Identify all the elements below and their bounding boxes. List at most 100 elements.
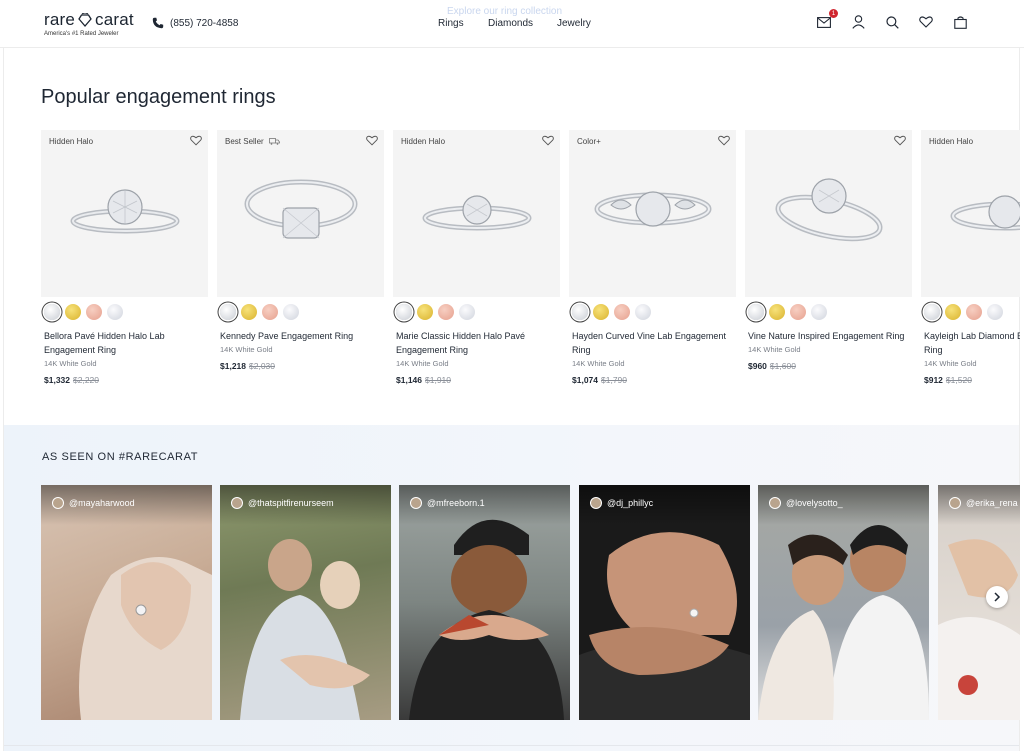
social-post[interactable]: @mayaharwood [41,485,212,720]
ring-card[interactable]: Hidden Halo Kayleigh Lab Diamond Engagem… [921,130,1020,385]
swatch-rose-gold[interactable] [86,304,102,320]
swatch-platinum[interactable] [107,304,123,320]
nav-jewelry[interactable]: Jewelry [557,18,591,29]
swatch-white-gold[interactable] [44,304,60,320]
post-handle-text: @erika_rena [966,498,1018,508]
user-icon [851,15,865,29]
post-handle[interactable]: @thatspitfirenurseem [231,497,334,509]
heart-icon[interactable] [190,135,202,146]
metal-swatches [44,304,208,320]
swatch-platinum[interactable] [459,304,475,320]
ring-name[interactable]: Bellora Pavé Hidden Halo Lab Engagement … [44,329,208,357]
ring-name[interactable]: Hayden Curved Vine Lab Engagement Ring [572,329,736,357]
swatch-rose-gold[interactable] [790,304,806,320]
truck-icon [269,138,280,146]
chevron-right-icon [994,592,1001,602]
phone-link[interactable]: (855) 720-4858 [152,17,238,29]
ring-card[interactable]: Best Seller Kennedy Pave Engagement Ring… [217,130,384,371]
post-handle[interactable]: @lovelysotto_ [769,497,843,509]
heart-icon[interactable] [718,135,730,146]
heart-icon[interactable] [894,135,906,146]
ring-image[interactable]: Hidden Halo [393,130,560,297]
post-handle-text: @mayaharwood [69,498,135,508]
social-post[interactable]: @lovelysotto_ [758,485,929,720]
post-handle[interactable]: @dj_phillyc [590,497,653,509]
swatch-yellow-gold[interactable] [65,304,81,320]
ring-metal: 14K White Gold [44,359,97,368]
swatch-white-gold[interactable] [572,304,588,320]
metal-swatches [396,304,560,320]
social-post[interactable]: @dj_phillyc [579,485,750,720]
swatch-yellow-gold[interactable] [593,304,609,320]
search-button[interactable] [884,14,900,30]
notification-badge: 1 [829,9,838,18]
avatar [769,497,781,509]
swatch-white-gold[interactable] [924,304,940,320]
post-handle-text: @thatspitfirenurseem [248,498,334,508]
metal-swatches [220,304,384,320]
promo-text[interactable]: Explore our ring collection [447,6,562,17]
ring-name[interactable]: Vine Nature Inspired Engagement Ring [748,329,912,343]
swatch-rose-gold[interactable] [438,304,454,320]
ring-old-price: $1,520 [945,375,972,385]
swatch-yellow-gold[interactable] [769,304,785,320]
post-handle[interactable]: @mfreeborn.1 [410,497,485,509]
social-post[interactable]: @erika_rena [938,485,1020,720]
ring-image[interactable]: Color+ [569,130,736,297]
swatch-yellow-gold[interactable] [945,304,961,320]
wishlist-button[interactable] [918,14,934,30]
ring-name[interactable]: Marie Classic Hidden Halo Pavé Engagemen… [396,329,560,357]
swatch-white-gold[interactable] [396,304,412,320]
ring-image[interactable]: Hidden Halo [921,130,1020,297]
mail-button[interactable]: 1 [816,9,838,30]
ring-illustration [422,194,531,230]
ring-image[interactable] [745,130,912,297]
ring-illustration [774,177,883,241]
swatch-rose-gold[interactable] [614,304,630,320]
ring-name[interactable]: Kayleigh Lab Diamond Engagement Ring [924,329,1020,357]
ring-metal: 14K White Gold [396,359,449,368]
swatch-platinum[interactable] [283,304,299,320]
search-icon [885,15,899,29]
swatch-rose-gold[interactable] [262,304,278,320]
heart-icon[interactable] [366,135,378,146]
ring-metal: 14K White Gold [220,345,273,354]
ring-image[interactable]: Hidden Halo [41,130,208,297]
swatch-yellow-gold[interactable] [241,304,257,320]
swatch-yellow-gold[interactable] [417,304,433,320]
carousel-next-button[interactable] [986,586,1008,608]
section-title-popular-rings: Popular engagement rings [41,86,276,108]
phone-icon [152,17,164,29]
metal-swatches [748,304,912,320]
post-handle[interactable]: @erika_rena [949,497,1018,509]
swatch-white-gold[interactable] [748,304,764,320]
ring-name[interactable]: Kennedy Pave Engagement Ring [220,329,384,343]
post-handle[interactable]: @mayaharwood [52,497,135,509]
swatch-rose-gold[interactable] [966,304,982,320]
ring-old-price: $1,910 [425,375,451,385]
cart-button[interactable] [952,14,968,30]
site-header: rare carat America's #1 Rated Jeweler (8… [0,0,1024,48]
logo-text: rare [44,10,76,29]
nav-diamonds[interactable]: Diamonds [488,18,533,29]
nav-rings[interactable]: Rings [438,18,464,29]
ring-card[interactable]: Vine Nature Inspired Engagement Ring 14K… [745,130,912,371]
phone-number: (855) 720-4858 [170,17,239,29]
social-post[interactable]: @thatspitfirenurseem [220,485,391,720]
account-button[interactable] [850,14,866,30]
ring-card[interactable]: Hidden Halo Bellora Pavé Hidden Halo Lab… [41,130,208,385]
swatch-platinum[interactable] [987,304,1003,320]
avatar [410,497,422,509]
ring-card[interactable]: Color+ Hayden Curved Vine Lab Engagement… [569,130,736,385]
swatch-platinum[interactable] [635,304,651,320]
heart-icon[interactable] [542,135,554,146]
ring-image[interactable]: Best Seller [217,130,384,297]
social-post[interactable]: @mfreeborn.1 [399,485,570,720]
swatch-white-gold[interactable] [220,304,236,320]
metal-swatches [924,304,1020,320]
ring-tag: Hidden Halo [401,137,446,146]
ring-card[interactable]: Hidden Halo Marie Classic Hidden Halo Pa… [393,130,560,385]
swatch-platinum[interactable] [811,304,827,320]
ring-old-price: $2,220 [73,375,99,385]
logo[interactable]: rare carat America's #1 Rated Jeweler [44,10,134,37]
